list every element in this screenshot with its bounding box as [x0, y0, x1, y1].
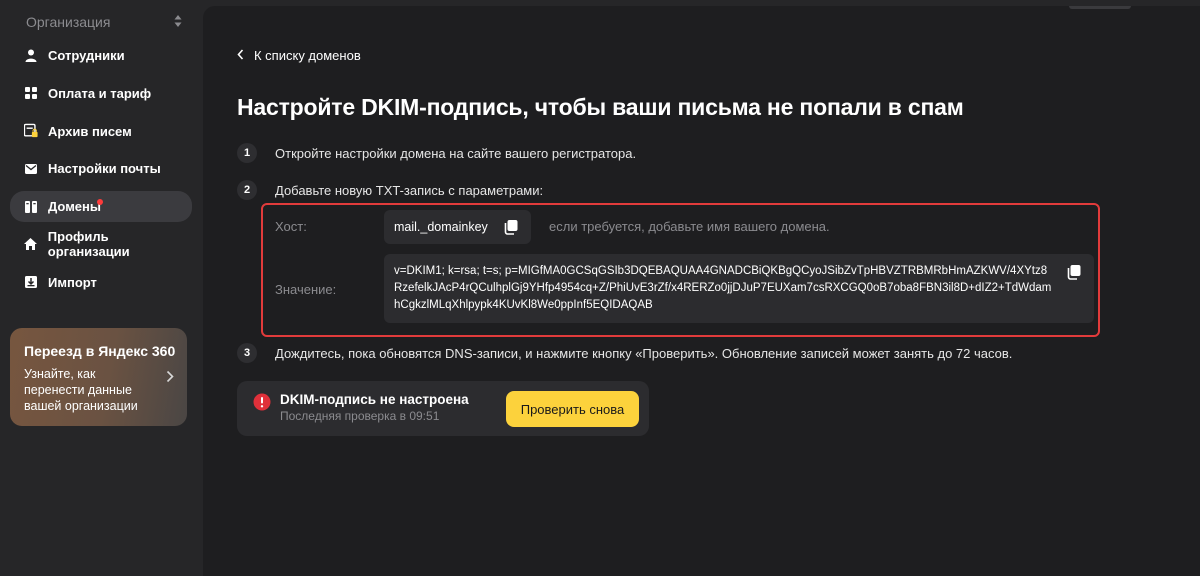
sidebar-item-label: Профиль организации: [47, 229, 130, 260]
sidebar-item-domains[interactable]: Домены: [10, 191, 192, 223]
status-title: DKIM-подпись не настроена: [280, 392, 469, 407]
sidebar-item-org-profile[interactable]: Профиль организации: [10, 229, 192, 260]
home-icon: [24, 237, 38, 251]
step-number: 3: [237, 343, 257, 363]
host-label: Хост:: [275, 219, 307, 234]
import-icon: [24, 275, 38, 289]
step-number: 1: [237, 143, 257, 163]
back-link-label: К списку доменов: [254, 48, 361, 63]
domains-icon: [24, 200, 38, 214]
step-text: Откройте настройки домена на сайте вашег…: [275, 146, 637, 161]
host-hint: если требуется, добавьте имя вашего доме…: [549, 219, 830, 234]
dkim-value-field[interactable]: v=DKIM1; k=rsa; t=s; p=MIGfMA0GCSqGSIb3D…: [384, 254, 1094, 323]
status-last-check: Последняя проверка в 09:51: [280, 409, 440, 423]
sidebar-item-mail-settings[interactable]: Настройки почты: [10, 153, 192, 184]
sidebar-item-label: Архив писем: [48, 123, 132, 139]
dkim-status-card: DKIM-подпись не настроена Последняя пров…: [237, 381, 649, 436]
organization-label: Организация: [26, 14, 111, 30]
top-handle: [1069, 6, 1131, 9]
check-again-button[interactable]: Проверить снова: [506, 391, 639, 427]
back-to-domains-link[interactable]: К списку доменов: [237, 48, 361, 63]
promo-title: Переезд в Яндекс 360: [24, 343, 176, 359]
organization-switcher[interactable]: Организация: [26, 14, 186, 32]
sidebar-item-billing[interactable]: Оплата и тариф: [10, 78, 192, 109]
page-title: Настройте DKIM-подпись, чтобы ваши письм…: [237, 94, 964, 120]
sidebar-item-import[interactable]: Импорт: [10, 267, 192, 298]
sidebar: Организация Сотрудники Оплата и тариф Ар…: [0, 0, 202, 576]
notification-dot: [97, 199, 103, 206]
value-label: Значение:: [275, 282, 337, 297]
sidebar-nav: Сотрудники Оплата и тариф Архив писем На…: [10, 40, 192, 305]
error-icon: [253, 393, 271, 416]
archive-lock-icon: [24, 123, 38, 138]
sidebar-item-mail-archive[interactable]: Архив писем: [10, 116, 192, 147]
copy-icon[interactable]: [1066, 264, 1082, 280]
step-text: Добавьте новую TXT-запись с параметрами:: [275, 183, 544, 198]
chevron-right-icon: [166, 370, 174, 388]
sidebar-item-label: Сотрудники: [48, 48, 125, 63]
step-number: 2: [237, 180, 257, 200]
grid-icon: [24, 86, 38, 100]
chevron-left-icon: [237, 48, 244, 63]
host-value-field[interactable]: mail._domainkey: [384, 210, 531, 244]
sort-arrows-icon: [174, 14, 182, 31]
sidebar-item-employees[interactable]: Сотрудники: [10, 40, 192, 71]
sidebar-item-label: Импорт: [48, 274, 97, 290]
envelope-icon: [24, 162, 38, 176]
promo-card-migration[interactable]: Переезд в Яндекс 360 Узнайте, как перене…: [10, 328, 187, 426]
sidebar-item-label: Настройки почты: [48, 161, 161, 177]
dkim-value: v=DKIM1; k=rsa; t=s; p=MIGfMA0GCSqGSIb3D…: [394, 265, 1052, 311]
sidebar-item-label: Оплата и тариф: [48, 85, 152, 101]
step-text: Дождитесь, пока обновятся DNS-записи, и …: [275, 346, 1013, 361]
copy-icon[interactable]: [503, 219, 519, 235]
host-value: mail._domainkey: [394, 220, 488, 234]
person-icon: [24, 49, 38, 63]
sidebar-item-label: Домены: [48, 199, 101, 215]
promo-text: Узнайте, как перенести данные вашей орга…: [24, 367, 138, 413]
